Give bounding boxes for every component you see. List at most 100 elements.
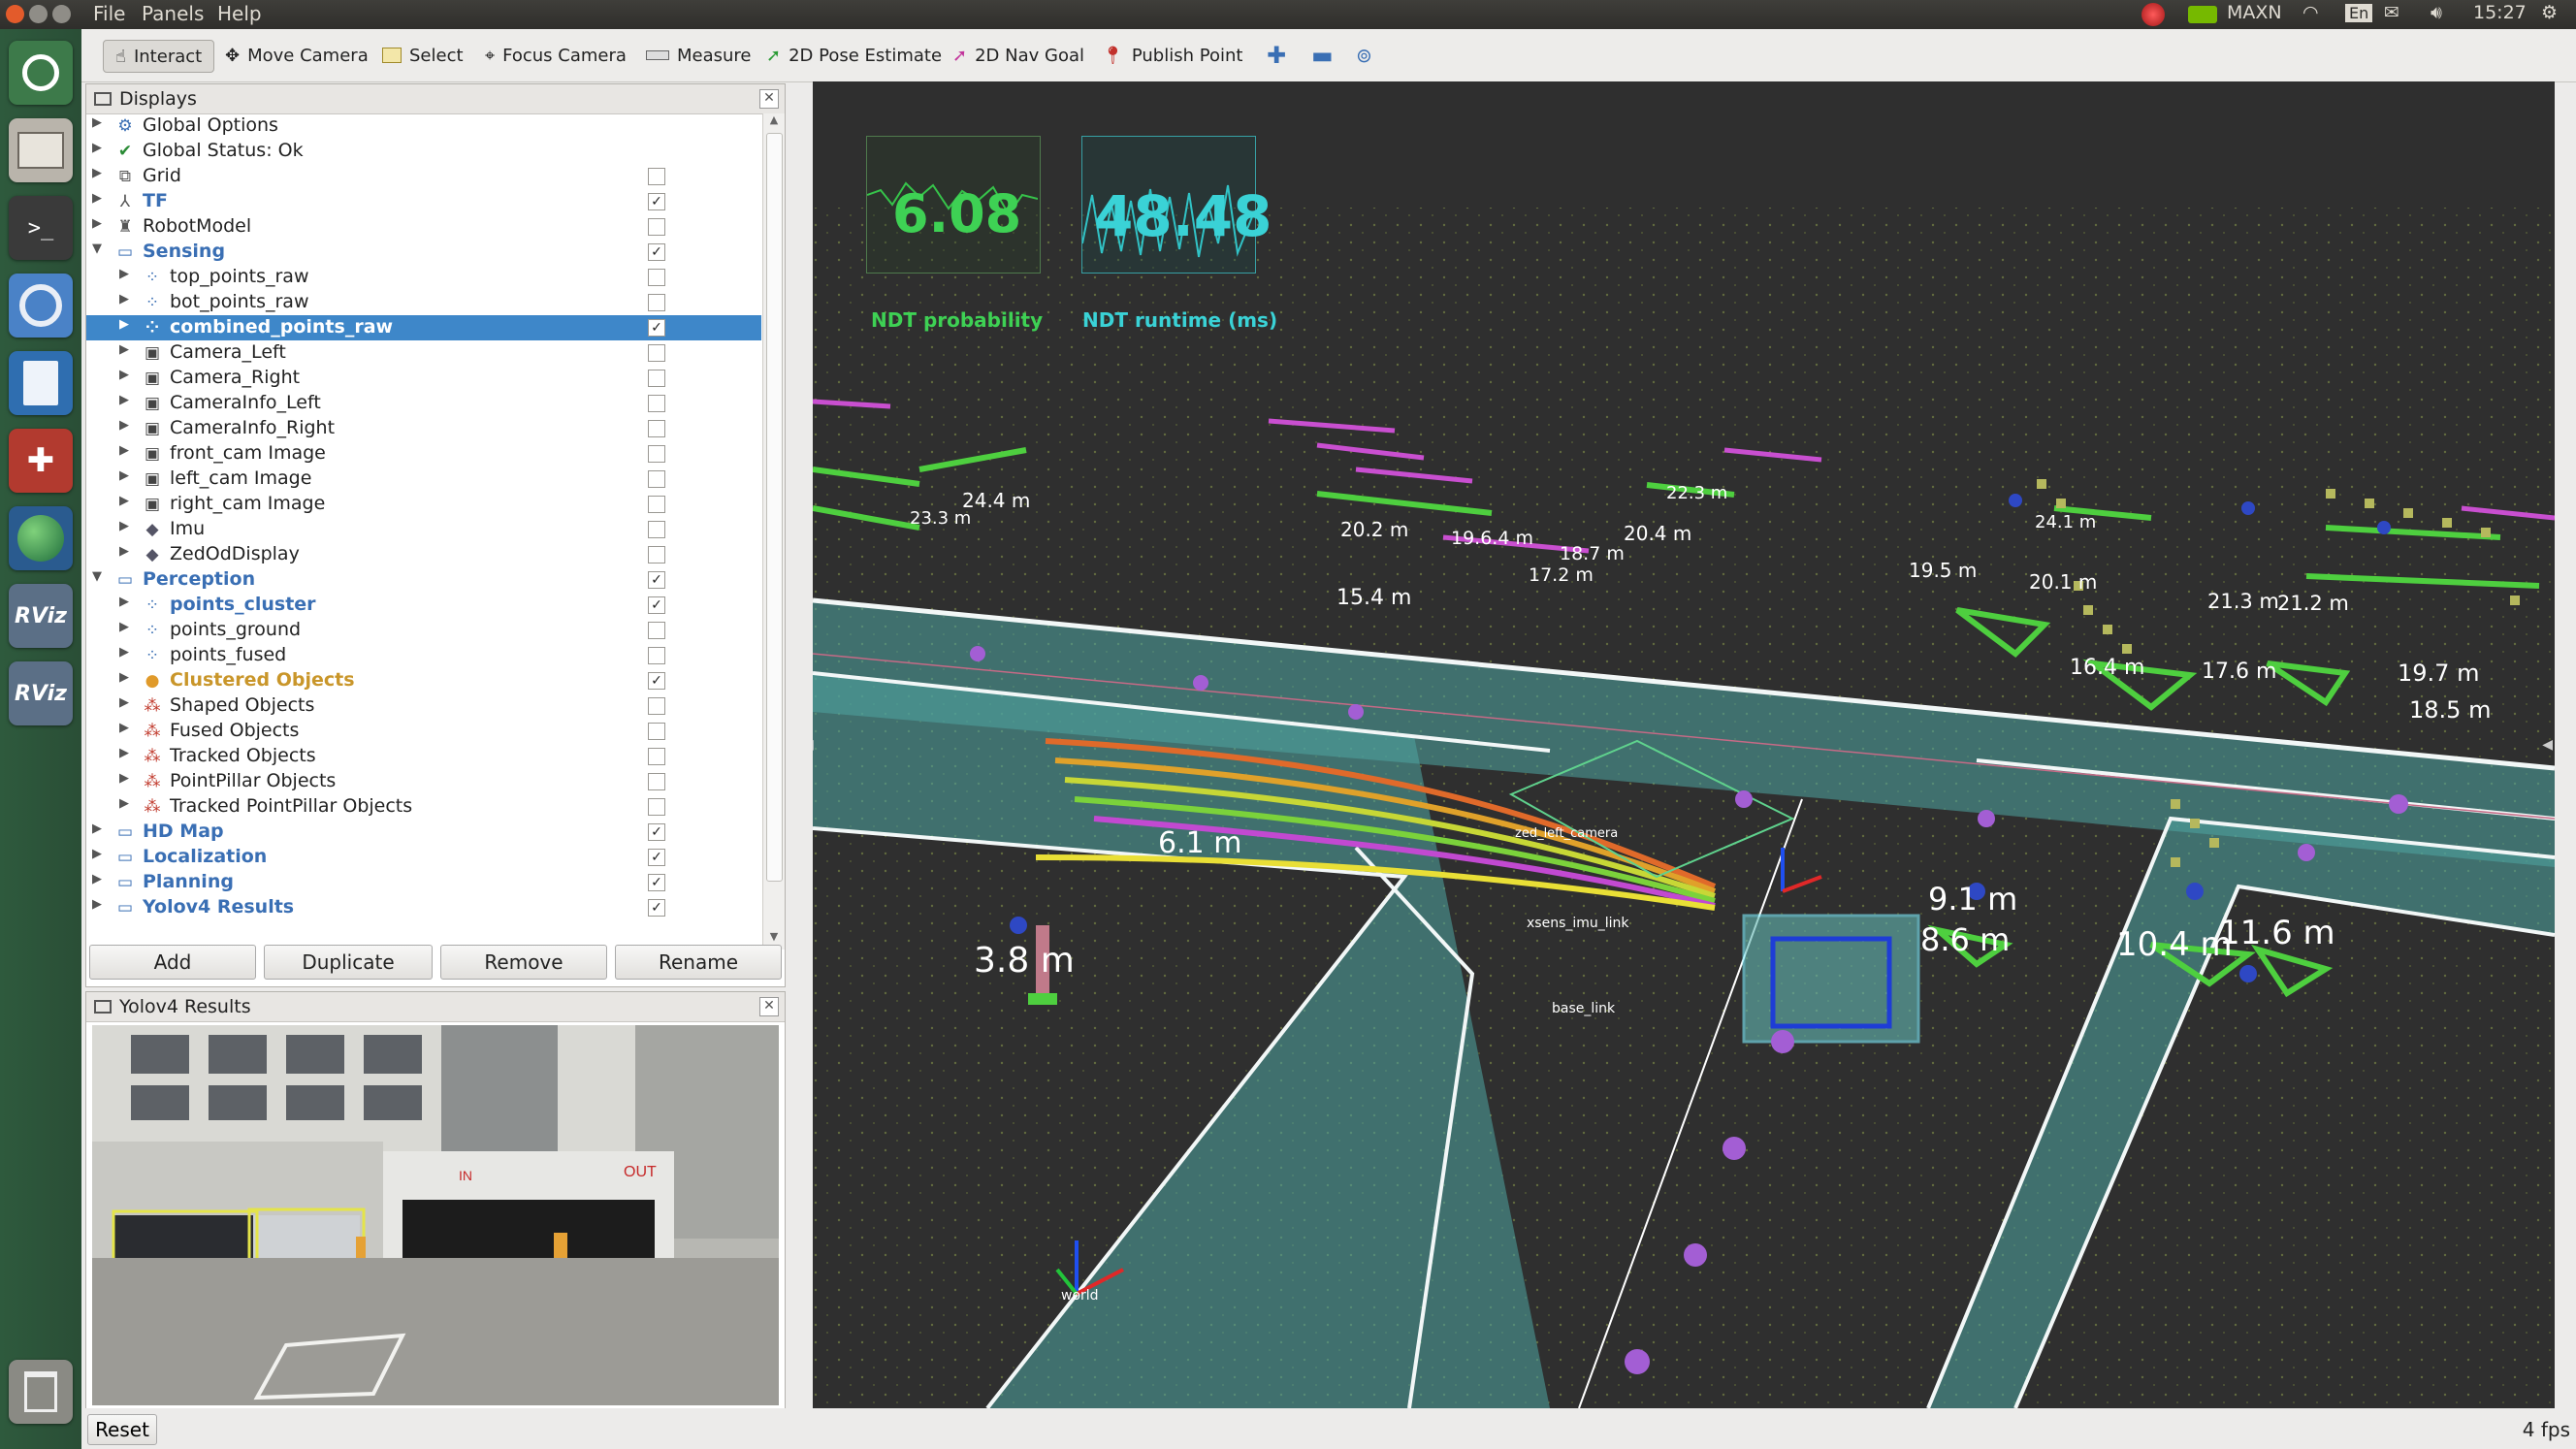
display-item[interactable]: ▶ ▣ CameraInfo_Left [86,391,761,416]
collapsed-arrow-icon[interactable]: ▶ [119,670,129,685]
collapsed-arrow-icon[interactable]: ▶ [119,393,129,407]
collapsed-arrow-icon[interactable]: ▶ [119,595,129,609]
collapsed-arrow-icon[interactable]: ▶ [119,544,129,559]
display-enabled-checkbox[interactable] [648,697,665,715]
display-enabled-checkbox[interactable] [648,218,665,236]
tool-interact[interactable]: ☝ Interact [103,40,215,73]
display-enabled-checkbox[interactable] [648,370,665,387]
add-tool-button[interactable]: ✚ [1267,40,1286,71]
display-enabled-checkbox[interactable] [648,269,665,286]
ubuntu-dash-icon[interactable] [9,41,73,105]
add-display-button[interactable]: Add [89,945,256,980]
display-item[interactable]: ▶ ▣ left_cam Image [86,467,761,492]
display-item[interactable]: ▶ ⁘ bot_points_raw [86,290,761,315]
tool-focus-camera[interactable]: ⌖ Focus Camera [485,40,627,71]
display-item[interactable]: ▶ ⁘ combined_points_raw ✓ [86,315,761,340]
close-icon[interactable]: ✕ [759,89,779,109]
display-enabled-checkbox[interactable] [648,748,665,765]
display-enabled-checkbox[interactable] [648,344,665,362]
display-item[interactable]: ▶ ⁘ points_fused [86,643,761,668]
collapsed-arrow-icon[interactable]: ▶ [119,418,129,433]
display-item[interactable]: ▶ ⁘ points_cluster ✓ [86,593,761,618]
display-enabled-checkbox[interactable] [648,395,665,412]
collapsed-arrow-icon[interactable]: ▶ [119,721,129,735]
collapsed-arrow-icon[interactable]: ▶ [119,443,129,458]
wifi-icon[interactable]: ◠ [2302,2,2319,23]
display-enabled-checkbox[interactable]: ✓ [648,319,665,337]
display-item[interactable]: ▶ ▣ front_cam Image [86,441,761,467]
display-item[interactable]: ▶ ✔ Global Status: Ok [86,139,761,164]
display-item[interactable]: ▶ ⁂ Tracked Objects [86,744,761,769]
volume-icon[interactable]: 🔊︎ [2431,2,2442,23]
display-enabled-checkbox[interactable]: ✓ [648,243,665,261]
display-item[interactable]: ▶ ♜ RobotModel [86,214,761,240]
collapsed-arrow-icon[interactable]: ▶ [119,267,129,281]
rename-display-button[interactable]: Rename [615,945,782,980]
display-item[interactable]: ▶ ⁂ Shaped Objects [86,693,761,719]
display-item[interactable]: ▶ ⅄ TF ✓ [86,189,761,214]
display-enabled-checkbox[interactable] [648,294,665,311]
tool-measure[interactable]: Measure [646,40,752,71]
collapsed-arrow-icon[interactable]: ▶ [92,897,102,912]
rviz-icon-2[interactable]: RViz [9,661,73,725]
record-indicator-icon[interactable] [2141,3,2165,26]
display-item[interactable]: ▶ ⁂ Fused Objects [86,719,761,744]
trash-icon[interactable] [9,1360,73,1424]
display-enabled-checkbox[interactable] [648,647,665,664]
collapsed-arrow-icon[interactable]: ▶ [119,292,129,306]
display-enabled-checkbox[interactable]: ✓ [648,823,665,841]
tool-properties-button[interactable]: ⊚ [1356,40,1372,71]
collapsed-arrow-icon[interactable]: ▶ [119,796,129,811]
settings-gear-icon[interactable]: ⚙ [2541,2,2558,23]
display-item[interactable]: ▶ ◆ ZedOdDisplay [86,542,761,567]
collapsed-arrow-icon[interactable]: ▶ [119,317,129,332]
display-enabled-checkbox[interactable] [648,470,665,488]
display-item[interactable]: ▶ ⁂ Tracked PointPillar Objects [86,794,761,820]
display-enabled-checkbox[interactable]: ✓ [648,672,665,690]
display-enabled-checkbox[interactable]: ✓ [648,849,665,866]
display-item[interactable]: ▶ ▭ Yolov4 Results ✓ [86,895,761,920]
display-item[interactable]: ▶ ▭ Localization ✓ [86,845,761,870]
display-item[interactable]: ▶ ⚙ Global Options [86,113,761,139]
menu-file[interactable]: File [93,2,125,25]
duplicate-display-button[interactable]: Duplicate [264,945,433,980]
collapsed-arrow-icon[interactable]: ▶ [92,115,102,130]
display-enabled-checkbox[interactable] [648,445,665,463]
expanded-arrow-icon[interactable]: ▼ [92,242,102,256]
remove-display-button[interactable]: Remove [440,945,607,980]
display-enabled-checkbox[interactable] [648,420,665,437]
collapsed-arrow-icon[interactable]: ▶ [119,368,129,382]
tool-move-camera[interactable]: ✥ Move Camera [225,40,369,71]
collapsed-arrow-icon[interactable]: ▶ [92,216,102,231]
tool-2d-nav-goal[interactable]: ➚ 2D Nav Goal [952,40,1084,71]
collapsed-arrow-icon[interactable]: ▶ [119,519,129,533]
display-enabled-checkbox[interactable]: ✓ [648,596,665,614]
display-item[interactable]: ▶ ▣ CameraInfo_Right [86,416,761,441]
reset-button[interactable]: Reset [87,1414,157,1445]
close-icon[interactable]: ✕ [759,997,779,1016]
display-enabled-checkbox[interactable] [648,773,665,790]
display-enabled-checkbox[interactable]: ✓ [648,193,665,210]
scrollbar-thumb[interactable] [766,133,783,882]
nvidia-icon[interactable] [2188,6,2217,23]
display-item[interactable]: ▶ ⧉ Grid [86,164,761,189]
collapse-right-arrow-icon[interactable]: ◀ [2542,737,2553,753]
display-item[interactable]: ▶ ◆ Imu [86,517,761,542]
minimize-window-button[interactable] [29,5,48,23]
collapsed-arrow-icon[interactable]: ▶ [119,771,129,786]
display-enabled-checkbox[interactable] [648,798,665,816]
files-icon[interactable] [9,118,73,182]
collapsed-arrow-icon[interactable]: ▶ [119,468,129,483]
display-item[interactable]: ▼ ▭ Sensing ✓ [86,240,761,265]
maximize-window-button[interactable] [52,5,71,23]
rviz-icon[interactable]: RViz [9,584,73,648]
collapse-left-arrow-icon[interactable]: ◀ [813,737,814,753]
display-enabled-checkbox[interactable] [648,496,665,513]
collapsed-arrow-icon[interactable]: ▶ [119,695,129,710]
display-item[interactable]: ▶ ▣ right_cam Image [86,492,761,517]
collapsed-arrow-icon[interactable]: ▶ [92,141,102,155]
scroll-up-arrow-icon[interactable]: ▲ [763,113,785,133]
display-item[interactable]: ▶ ▣ Camera_Left [86,340,761,366]
display-item[interactable]: ▼ ▭ Perception ✓ [86,567,761,593]
tool-2d-pose-estimate[interactable]: ➚ 2D Pose Estimate [766,40,942,71]
